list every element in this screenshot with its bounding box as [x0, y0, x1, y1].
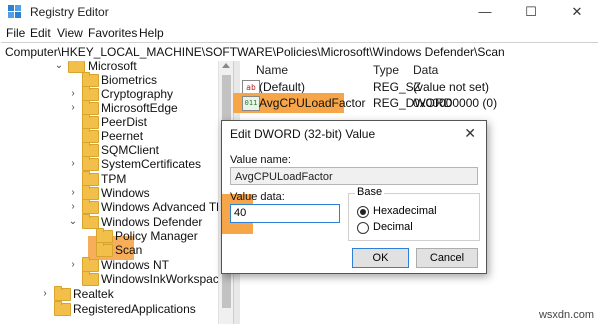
tree-item-scan[interactable]: Scan	[82, 242, 218, 258]
close-button[interactable]: ✕	[554, 0, 600, 24]
column-header-data[interactable]: Data	[413, 63, 438, 77]
address-bar[interactable]: Computer\HKEY_LOCAL_MACHINE\SOFTWARE\Pol…	[1, 42, 598, 62]
address-path[interactable]: Computer\HKEY_LOCAL_MACHINE\SOFTWARE\Pol…	[5, 45, 505, 59]
title-bar: Registry Editor — ☐ ✕	[0, 0, 600, 24]
tree-item-label: Windows	[101, 186, 150, 200]
value-name-label: Value name:	[230, 154, 291, 166]
tree-item-label: TPM	[101, 172, 127, 186]
menu-file[interactable]: File	[6, 26, 25, 40]
base-groupbox: Base Hexadecimal Decimal	[348, 186, 480, 241]
tree-item-label: SystemCertificates	[101, 157, 202, 171]
value-name-field[interactable]: AvgCPULoadFactor	[230, 167, 478, 185]
tree-item-label: RegisteredApplications	[73, 302, 196, 316]
value-data-input[interactable]: 40	[230, 204, 340, 223]
cancel-button[interactable]: Cancel	[416, 248, 478, 268]
menu-favorites[interactable]: Favorites	[88, 26, 137, 40]
registry-editor-icon	[8, 5, 21, 18]
tree-item-windows-advanced-threat-protection[interactable]: › Windows Advanced Threat Pro	[68, 199, 218, 215]
tree-item-systemcertificates[interactable]: › SystemCertificates	[68, 156, 218, 172]
dialog-title: Edit DWORD (32-bit) Value	[230, 127, 376, 141]
chevron-down-icon[interactable]: ⌄	[54, 61, 64, 74]
maximize-button[interactable]: ☐	[508, 0, 554, 24]
tree-item-registeredapplications[interactable]: RegisteredApplications	[40, 301, 218, 317]
menu-bar: File Edit View Favorites Help	[0, 24, 600, 42]
menu-view[interactable]: View	[57, 26, 83, 40]
dword-value-icon: 011	[242, 96, 260, 111]
dialog-close-button[interactable]: ✕	[464, 125, 476, 142]
menu-help[interactable]: Help	[139, 26, 164, 40]
key-tree-pane[interactable]: ⌄ Microsoft Biometrics › Cryptography › …	[0, 61, 233, 324]
tree-item-label: MicrosoftEdge	[101, 101, 178, 115]
tree-item-label: WindowsInkWorkspace	[101, 272, 226, 286]
value-name: (Default)	[259, 80, 306, 94]
decimal-label[interactable]: Decimal	[373, 221, 413, 233]
hexadecimal-radio[interactable]	[357, 206, 369, 218]
tree-item-label: PeerDist	[101, 115, 148, 129]
window-title: Registry Editor	[30, 5, 109, 19]
value-data-label: Value data:	[230, 191, 285, 203]
folder-icon	[82, 271, 99, 286]
folder-icon	[54, 301, 71, 316]
tree-item-realtek[interactable]: › Realtek	[40, 286, 218, 302]
value-data: (value not set)	[413, 80, 490, 94]
chevron-right-icon[interactable]: ›	[40, 286, 50, 302]
watermark-text: wsxdn.com	[538, 309, 594, 321]
tree-item-label: Cryptography	[101, 87, 174, 101]
base-label: Base	[355, 186, 385, 198]
value-row-avgcpuloadfactor[interactable]: 011 AvgCPULoadFactor REG_DWORD 0x0000000…	[233, 93, 592, 113]
chevron-right-icon[interactable]: ›	[68, 156, 78, 172]
value-data: 0x00000000 (0)	[413, 96, 498, 110]
column-header-name[interactable]: Name	[256, 63, 288, 77]
folder-icon	[82, 156, 99, 171]
chevron-right-icon[interactable]: ›	[68, 199, 78, 215]
tree-item-label: Realtek	[73, 287, 114, 301]
tree-item-windowsinkworkspace[interactable]: WindowsInkWorkspace	[68, 271, 226, 287]
folder-icon	[82, 199, 99, 214]
column-header-type[interactable]: Type	[373, 63, 399, 77]
folder-icon	[96, 242, 113, 257]
tree-item-label: SQMClient	[101, 143, 160, 157]
decimal-radio[interactable]	[357, 222, 369, 234]
ok-button[interactable]: OK	[352, 248, 409, 268]
scroll-up-icon[interactable]	[222, 63, 230, 68]
tree-item-label: Peernet	[101, 129, 144, 143]
tree-item-label: Windows Defender	[101, 215, 203, 229]
value-name: AvgCPULoadFactor	[259, 96, 366, 110]
hexadecimal-label[interactable]: Hexadecimal	[373, 205, 437, 217]
tree-item-label: Windows Advanced Threat Pro	[101, 200, 218, 214]
menu-edit[interactable]: Edit	[30, 26, 51, 40]
tree-item-label: Biometrics	[101, 73, 158, 87]
tree-item-label: Scan	[115, 243, 143, 257]
tree-item-label: Windows NT	[101, 258, 170, 272]
folder-icon	[54, 286, 71, 301]
edit-dword-dialog: Edit DWORD (32-bit) Value ✕ Value name: …	[221, 120, 487, 274]
tree-item-label: Policy Manager	[115, 229, 198, 243]
chevron-down-icon[interactable]: ⌄	[68, 214, 78, 230]
minimize-button[interactable]: —	[462, 0, 508, 24]
